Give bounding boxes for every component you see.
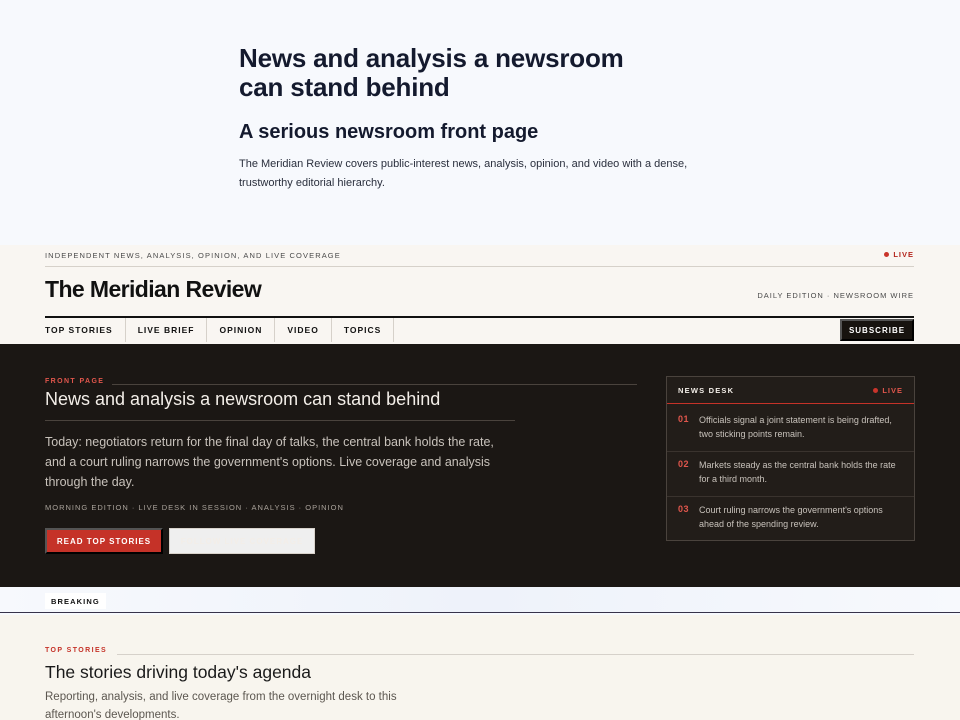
top-stories-eyebrow: TOP STORIES <box>45 647 108 654</box>
intro-section: News and analysis a newsroom can stand b… <box>0 0 960 245</box>
breaking-label: BREAKING <box>45 593 106 609</box>
nav-topics[interactable]: TOPICS <box>332 318 395 342</box>
top-stories-section: TOP STORIES The stories driving today's … <box>0 615 960 720</box>
news-desk-item-text: Markets steady as the central bank holds… <box>699 460 896 484</box>
news-desk-panel: NEWS DESK LIVE 01 Officials signal a joi… <box>666 376 915 541</box>
news-desk-item[interactable]: 01 Officials signal a joint statement is… <box>678 414 908 441</box>
news-desk-item-number: 01 <box>678 414 690 424</box>
news-desk-item-text: Court ruling narrows the government's op… <box>699 505 883 529</box>
intro-subheadline: A serious newsroom front page <box>239 121 539 143</box>
hero-eyebrow-rule <box>112 384 637 385</box>
news-desk-item[interactable]: 03 Court ruling narrows the government's… <box>678 504 908 531</box>
hero-headline[interactable]: News and analysis a newsroom can stand b… <box>45 388 440 410</box>
news-desk-divider <box>667 451 914 452</box>
news-desk-item-text: Officials signal a joint statement is be… <box>699 415 892 439</box>
news-desk-divider <box>667 496 914 497</box>
hero-eyebrow: FRONT PAGE <box>45 378 105 385</box>
masthead-divider <box>45 266 914 267</box>
top-stories-rule <box>117 654 914 655</box>
live-dot-icon <box>884 252 890 257</box>
hero-section: FRONT PAGE News and analysis a newsroom … <box>0 344 960 587</box>
masthead: INDEPENDENT NEWS, ANALYSIS, OPINION, AND… <box>0 245 960 344</box>
nav-top-stories[interactable]: TOP STORIES <box>45 318 126 342</box>
live-dot-icon <box>873 387 879 393</box>
subscribe-button[interactable]: SUBSCRIBE <box>840 319 914 341</box>
edition-label: DAILY EDITION · NEWSROOM WIRE <box>757 291 914 300</box>
primary-nav: TOP STORIES LIVE BRIEF OPINION VIDEO TOP… <box>45 318 395 342</box>
follow-live-coverage-button[interactable]: FOLLOW LIVE COVERAGE <box>169 528 315 554</box>
hero-meta: MORNING EDITION · LIVE DESK IN SESSION ·… <box>45 503 344 512</box>
news-desk-title: NEWS DESK <box>678 385 735 395</box>
top-stories-description: Reporting, analysis, and live coverage f… <box>45 691 397 720</box>
news-desk-live-label: LIVE <box>882 385 903 395</box>
intro-description: The Meridian Review covers public-intere… <box>239 158 688 189</box>
live-label: LIVE <box>893 250 914 259</box>
news-desk-item[interactable]: 02 Markets steady as the central bank ho… <box>678 459 908 486</box>
breaking-ticker: BREAKING <box>0 587 960 613</box>
read-top-stories-button[interactable]: READ TOP STORIES <box>45 528 163 554</box>
live-indicator[interactable]: LIVE <box>884 250 914 259</box>
news-desk-item-number: 02 <box>678 459 690 469</box>
masthead-tagline: INDEPENDENT NEWS, ANALYSIS, OPINION, AND… <box>45 251 341 260</box>
brand-logo[interactable]: The Meridian Review <box>45 276 262 303</box>
nav-video[interactable]: VIDEO <box>275 318 332 342</box>
nav-live-brief[interactable]: LIVE BRIEF <box>126 318 208 342</box>
hero-summary: Today: negotiators return for the final … <box>45 435 494 489</box>
nav-opinion[interactable]: OPINION <box>207 318 276 342</box>
hero-divider <box>45 420 515 421</box>
news-desk-header: NEWS DESK LIVE <box>667 377 914 404</box>
news-desk-live: LIVE <box>873 386 903 395</box>
intro-headline: News and analysis a newsroom can stand b… <box>239 43 624 102</box>
top-stories-heading: The stories driving today's agenda <box>45 662 311 682</box>
news-desk-item-number: 03 <box>678 504 690 514</box>
